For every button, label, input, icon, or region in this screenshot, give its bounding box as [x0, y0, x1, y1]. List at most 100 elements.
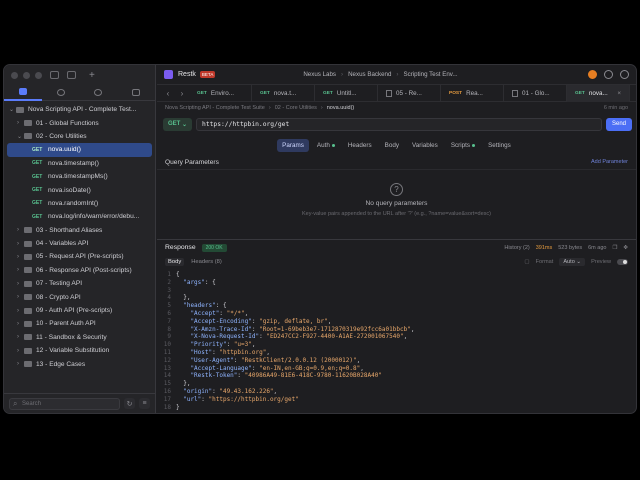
- workspace-breadcrumb: Nexus Labs › Nexus Backend › Scripting T…: [303, 71, 457, 78]
- tab-settings[interactable]: Settings: [483, 139, 516, 152]
- folder-item[interactable]: › 06 - Response API (Post-scripts): [4, 264, 155, 277]
- empty-hint: Key-value pairs appended to the URL afte…: [301, 210, 491, 217]
- preview-toggle[interactable]: [617, 258, 628, 265]
- breadcrumb-collection[interactable]: Nova Scripting API - Complete Test Suite: [165, 105, 265, 111]
- tab-environments[interactable]: [42, 85, 80, 101]
- account-icon[interactable]: [620, 70, 629, 79]
- response-tab-body[interactable]: Body: [165, 257, 185, 266]
- close-window-button[interactable]: [11, 71, 18, 79]
- request-item[interactable]: GET nova.uuid(): [7, 143, 152, 157]
- request-item[interactable]: GET nova.timestamp(): [4, 157, 155, 170]
- folder-item[interactable]: ⌄ 02 - Core Utilities: [4, 130, 155, 143]
- request-item[interactable]: GET nova.randomInt(): [4, 197, 155, 210]
- line-number: 4: [167, 294, 171, 302]
- toggle-sidebar-icon[interactable]: [50, 71, 59, 79]
- zoom-window-button[interactable]: [35, 71, 42, 79]
- folder-label: 13 - Edge Cases: [36, 360, 86, 368]
- filter-icon[interactable]: ≡: [139, 398, 150, 409]
- expand-icon[interactable]: ✥: [623, 245, 628, 251]
- tab-variables[interactable]: Variables: [407, 139, 443, 152]
- folder-item[interactable]: › 01 - Global Functions: [4, 116, 155, 129]
- add-parameter-button[interactable]: Add Parameter: [591, 159, 628, 165]
- code-token: }: [176, 403, 180, 411]
- minimize-window-button[interactable]: [23, 71, 30, 79]
- code-line: 13 "Accept-Language": "en-IN,en-GB;q=0.9…: [157, 365, 636, 373]
- folder-doc-icon: [512, 89, 518, 97]
- url-input[interactable]: https://httpbin.org/get: [196, 117, 602, 131]
- tab-headers[interactable]: Headers: [343, 139, 377, 152]
- request-tab[interactable]: 05 - Re...: [378, 84, 441, 102]
- request-tab[interactable]: GET nova.t...: [252, 84, 315, 102]
- folder-item[interactable]: › 12 - Variable Substitution: [4, 344, 155, 357]
- request-tab[interactable]: GET Untitl...: [315, 84, 378, 102]
- request-item[interactable]: GET nova.timestampMs(): [4, 170, 155, 183]
- refresh-icon[interactable]: ↻: [124, 398, 135, 409]
- folder-label: 07 - Testing API: [36, 280, 83, 288]
- tab-collections[interactable]: [4, 85, 42, 101]
- history-button[interactable]: History (2): [504, 245, 529, 251]
- response-tab-headers[interactable]: Headers (8): [188, 258, 225, 266]
- request-tab[interactable]: 01 - Glo...: [504, 84, 567, 102]
- sync-status-icon[interactable]: [588, 70, 597, 79]
- send-button[interactable]: Send: [605, 117, 632, 131]
- code-token: "Root=1-69beb3e7-1712870319e92fcc6a01bbc…: [259, 325, 411, 333]
- copy-body-icon[interactable]: ▢: [524, 259, 529, 265]
- code-line: 17 "url": "https://httpbin.org/get": [157, 396, 636, 404]
- format-select[interactable]: Auto ⌄: [559, 257, 586, 266]
- request-label: nova.timestampMs(): [48, 173, 108, 181]
- folder-item[interactable]: › 13 - Edge Cases: [4, 357, 155, 370]
- add-icon[interactable]: +: [89, 70, 95, 81]
- request-tab[interactable]: GET nova... ×: [567, 84, 630, 102]
- request-tab[interactable]: POST Rea...: [441, 84, 504, 102]
- close-tab-icon[interactable]: ×: [617, 90, 621, 97]
- chevron-right-icon: ›: [17, 320, 19, 327]
- tab-params[interactable]: Params: [277, 138, 309, 152]
- line-number: 10: [163, 341, 171, 349]
- tab-auth[interactable]: Auth: [312, 139, 340, 152]
- tab-history[interactable]: [80, 85, 118, 101]
- code-line: 9 "X-Nova-Request-Id": "ED247CC2-F927-44…: [157, 333, 636, 341]
- empty-title: No query parameters: [365, 199, 428, 207]
- folder-icon: [18, 88, 27, 95]
- code-line: 12 "User-Agent": "RestkClient/2.0.0.12 (…: [157, 357, 636, 365]
- folder-label: 03 - Shorthand Aliases: [36, 226, 103, 234]
- method-badge: GET: [32, 187, 43, 194]
- folder-item[interactable]: › 10 - Parent Auth API: [4, 317, 155, 330]
- folder-item[interactable]: › 07 - Testing API: [4, 277, 155, 290]
- folder-item[interactable]: › 08 - Crypto API: [4, 290, 155, 303]
- folder-item[interactable]: › 11 - Sandbox & Security: [4, 331, 155, 344]
- copy-icon[interactable]: ❐: [612, 245, 617, 251]
- folder-item[interactable]: › 09 - Auth API (Pre-scripts): [4, 304, 155, 317]
- code-token: "headers": [176, 302, 216, 310]
- request-item[interactable]: GET nova.isoDate(): [4, 183, 155, 196]
- folder-item[interactable]: › 03 - Shorthand Aliases: [4, 224, 155, 237]
- chevron-right-icon: ›: [17, 347, 19, 354]
- sidebar-search-input[interactable]: Search: [9, 397, 120, 410]
- code-token: "httpbin.org": [219, 348, 267, 356]
- import-icon[interactable]: [67, 71, 76, 79]
- tab-bookmarks[interactable]: [117, 85, 155, 101]
- request-item[interactable]: GET nova.log/info/warn/error/debu...: [4, 210, 155, 223]
- folder-item[interactable]: › 05 - Request API (Pre-scripts): [4, 250, 155, 263]
- folder-item[interactable]: ⌄ Nova Scripting API - Complete Test...: [4, 103, 155, 116]
- code-token: ,: [403, 333, 408, 341]
- breadcrumb-folder[interactable]: 02 - Core Utilities: [275, 105, 317, 111]
- code-token: : {: [215, 302, 227, 310]
- bell-icon[interactable]: [604, 70, 613, 79]
- folder-item[interactable]: › 04 - Variables API: [4, 237, 155, 250]
- tab-label: Enviro...: [210, 89, 234, 97]
- request-tab[interactable]: GET Enviro...: [189, 84, 252, 102]
- code-token: {: [176, 271, 180, 278]
- tab-body[interactable]: Body: [380, 139, 404, 152]
- method-select[interactable]: GET ⌄: [163, 117, 193, 131]
- tab-scripts[interactable]: Scripts: [446, 139, 480, 152]
- chevron-left-icon[interactable]: ‹: [161, 89, 175, 98]
- chevron-right-icon[interactable]: ›: [175, 89, 189, 98]
- code-token: "Accept-Encoding": [176, 317, 252, 325]
- code-line: 6 "Accept": "*/*",: [157, 310, 636, 318]
- breadcrumb-workspace[interactable]: Nexus Labs: [303, 71, 336, 78]
- query-params-header: Query Parameters Add Parameter: [157, 155, 636, 169]
- breadcrumb-environment[interactable]: Scripting Test Env...: [403, 71, 457, 78]
- breadcrumb-project[interactable]: Nexus Backend: [348, 71, 391, 78]
- code-token: "Accept": [176, 309, 220, 317]
